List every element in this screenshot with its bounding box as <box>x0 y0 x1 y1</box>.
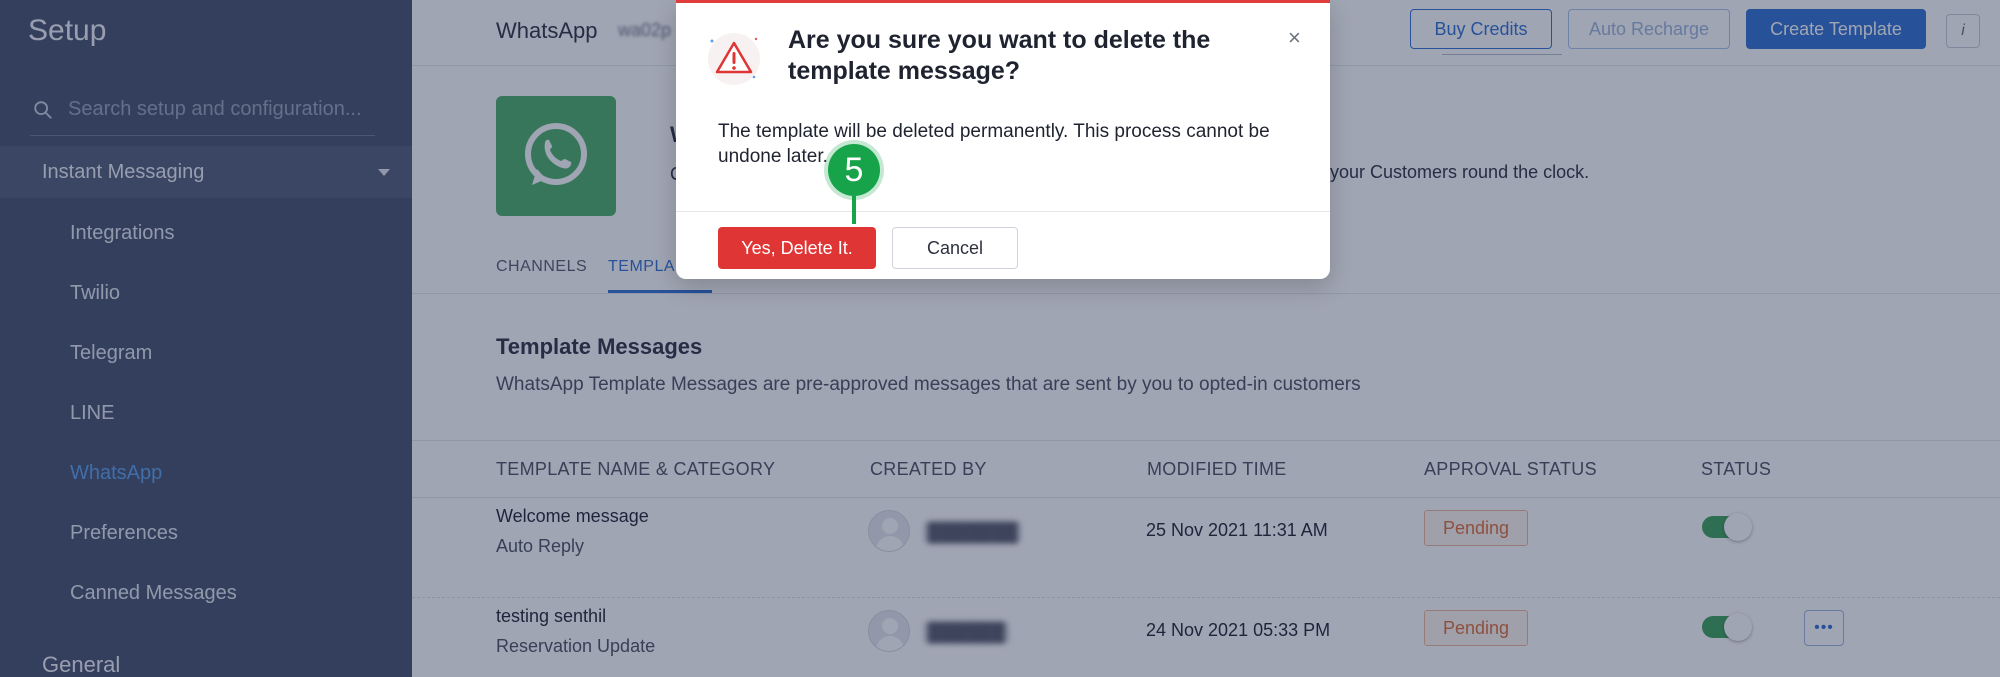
step-marker: 5 <box>828 144 880 196</box>
dialog-title: Are you sure you want to delete the temp… <box>788 26 1211 85</box>
delete-confirm-dialog: Are you sure you want to delete the temp… <box>676 0 1330 279</box>
step-marker-pointer <box>852 196 856 224</box>
dialog-divider <box>676 211 1330 212</box>
close-icon[interactable]: × <box>1288 25 1301 51</box>
dialog-message: The template will be deleted permanently… <box>718 121 1270 167</box>
warning-triangle-icon <box>708 33 760 85</box>
cancel-button[interactable]: Cancel <box>892 227 1018 269</box>
confirm-delete-button[interactable]: Yes, Delete It. <box>718 227 876 269</box>
